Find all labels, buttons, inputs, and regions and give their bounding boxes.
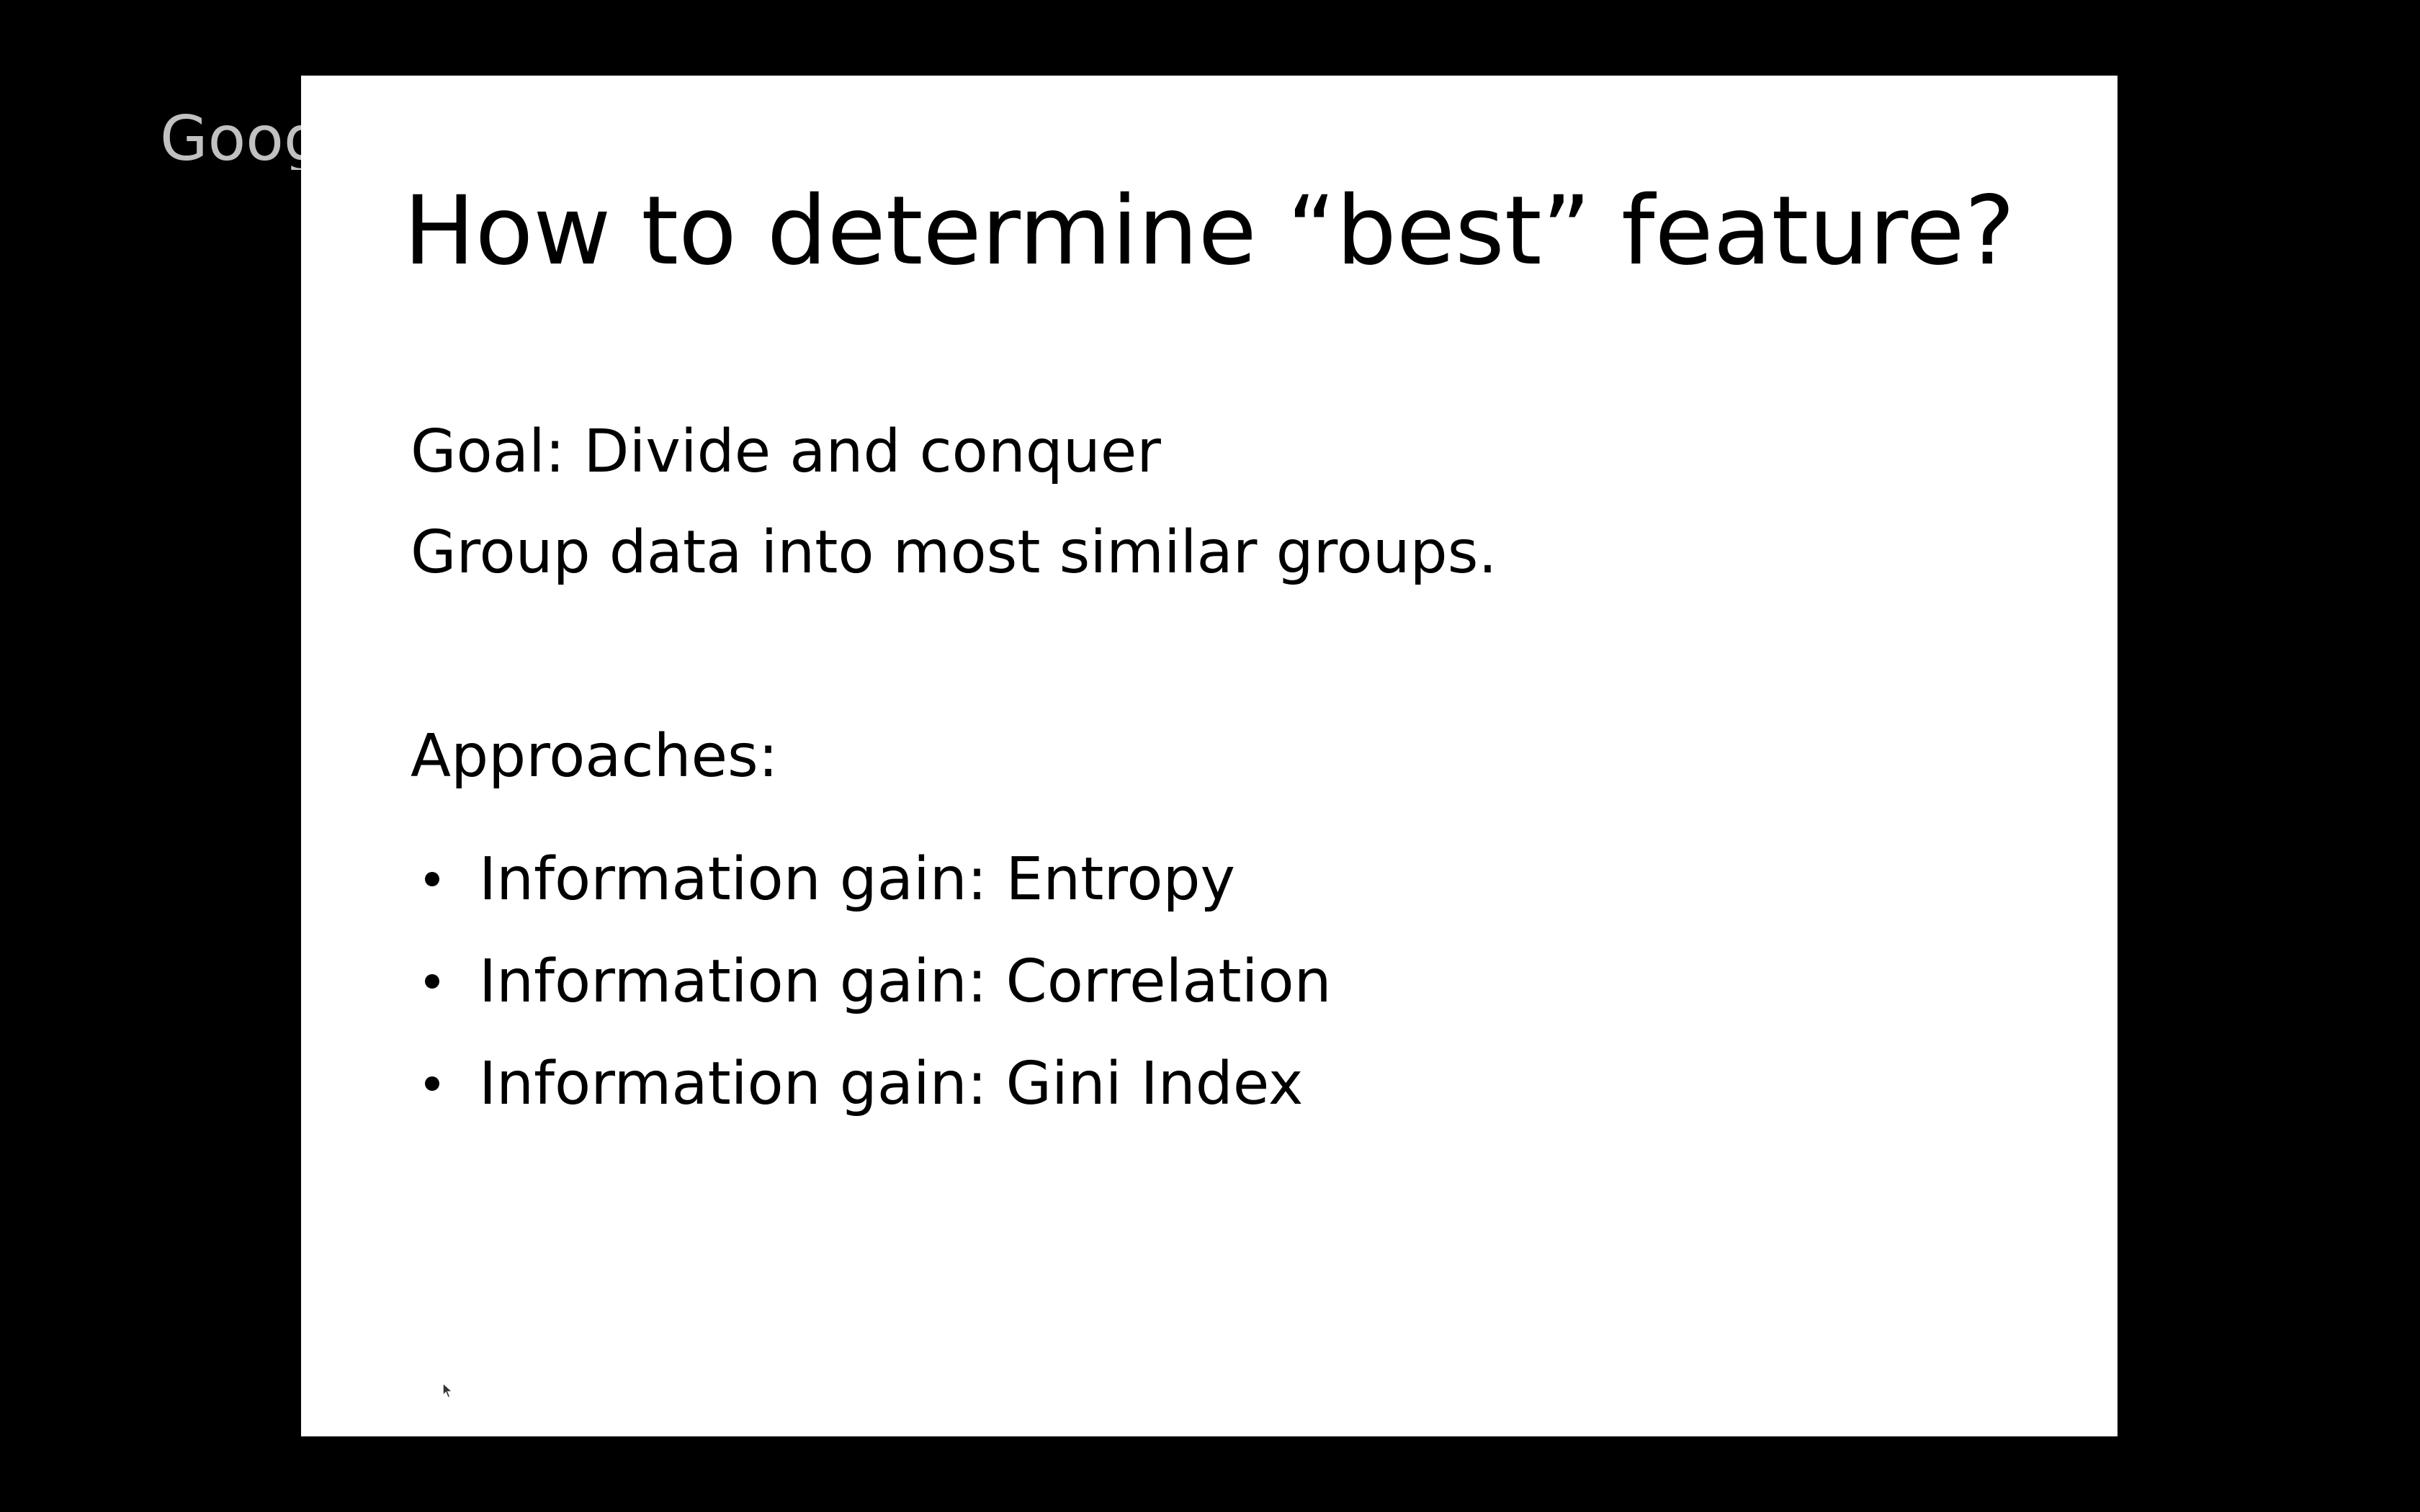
presentation-slide: How to determine “best” feature? Goal: D… bbox=[301, 76, 2118, 1436]
bullet-text: Information gain: Correlation bbox=[479, 947, 1332, 1016]
bullet-text: Information gain: Entropy bbox=[479, 845, 1236, 914]
bullet-icon bbox=[425, 1076, 439, 1091]
list-item: Information gain: Entropy bbox=[411, 828, 1332, 930]
bullet-text: Information gain: Gini Index bbox=[479, 1049, 1304, 1118]
video-frame: Google How to determine “best” feature? … bbox=[0, 0, 2420, 1512]
group-text: Group data into most similar groups. bbox=[411, 518, 1497, 587]
google-watermark: Google bbox=[160, 108, 301, 170]
approaches-list: Information gain: Entropy Information ga… bbox=[411, 828, 1332, 1135]
goal-text: Goal: Divide and conquer bbox=[411, 418, 1161, 486]
list-item: Information gain: Gini Index bbox=[411, 1032, 1332, 1135]
list-item: Information gain: Correlation bbox=[411, 930, 1332, 1032]
bullet-icon bbox=[425, 974, 439, 989]
bullet-icon bbox=[425, 872, 439, 886]
approaches-heading: Approaches: bbox=[411, 722, 779, 791]
slide-title: How to determine “best” feature? bbox=[403, 176, 2015, 287]
